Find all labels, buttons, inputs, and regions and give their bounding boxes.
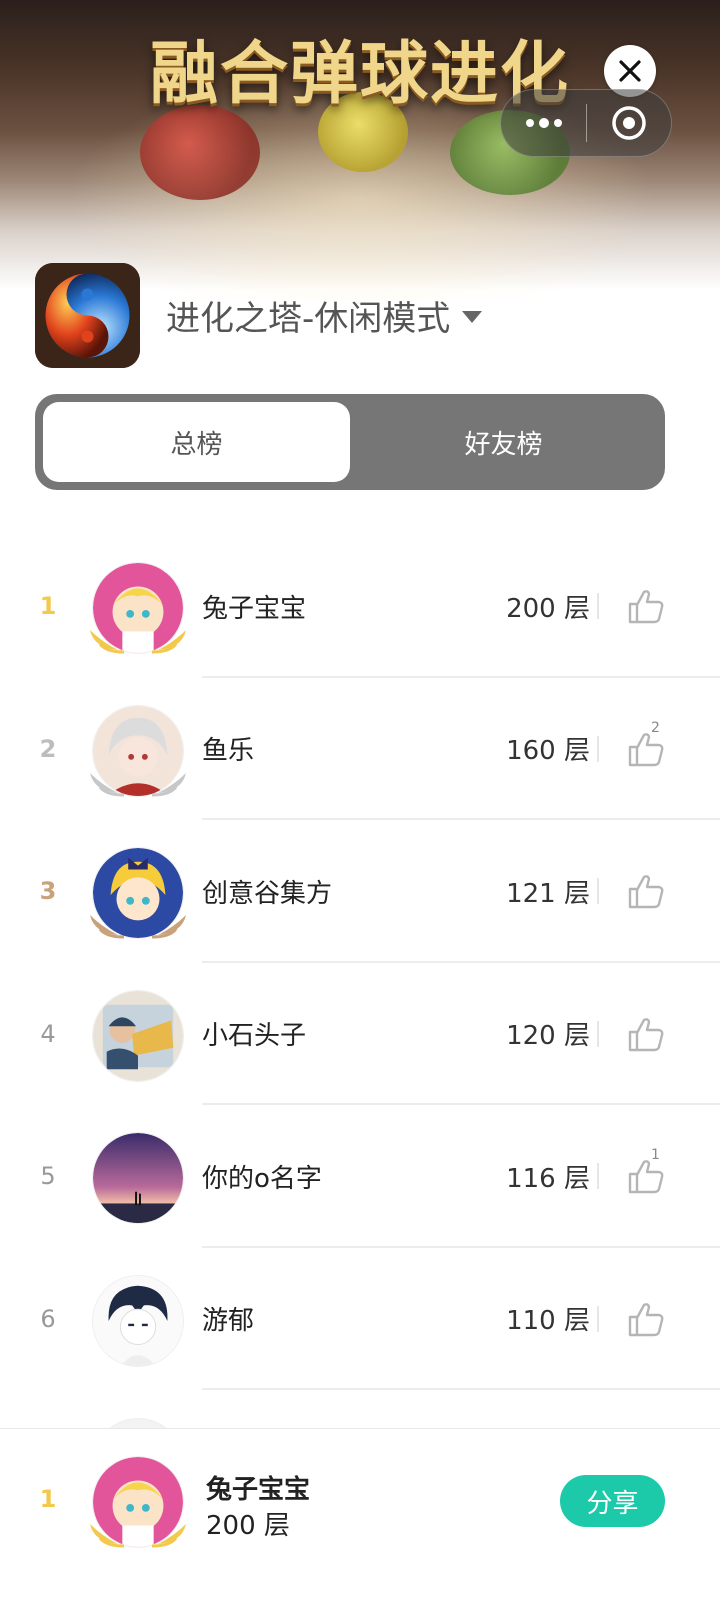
avatar — [92, 1132, 184, 1224]
close-icon — [619, 60, 641, 82]
player-score: 120 层 — [506, 1021, 590, 1051]
thumbs-up-icon[interactable] — [626, 1157, 666, 1197]
divider — [597, 878, 599, 904]
avatar — [90, 847, 186, 939]
player-name: 你的o名字 — [202, 1163, 322, 1194]
yin-yang-fire-ice-icon — [35, 263, 140, 368]
mode-selector[interactable]: 进化之塔-休闲模式 — [166, 290, 483, 340]
mode-label: 进化之塔-休闲模式 — [166, 298, 451, 339]
player-name: 鱼乐 — [202, 736, 255, 766]
divider — [597, 1305, 599, 1332]
list-item: 4 小石头子 120 层 — [0, 963, 720, 1105]
thumbs-up-icon[interactable] — [626, 587, 666, 627]
list-item: 5 你的o名字 116 层 1 — [0, 1105, 720, 1248]
list-item: 1 兔子宝宝 200 层 — [0, 535, 720, 678]
player-name: 小石头子 — [202, 1021, 307, 1051]
game-icon — [35, 263, 140, 368]
avatar — [90, 704, 186, 797]
player-score: 110 层 — [506, 1306, 590, 1336]
player-name: 创意谷集方 — [202, 878, 333, 909]
tab-overall[interactable]: 总榜 — [43, 402, 350, 482]
player-score: 200 层 — [506, 593, 590, 624]
player-score: 116 层 — [506, 1163, 590, 1194]
player-score: 160 层 — [506, 736, 590, 766]
child-photo-avatar-icon — [92, 989, 184, 1082]
avatar — [92, 989, 184, 1082]
bronze-laurel-icon — [90, 915, 186, 939]
thumbs-up-icon[interactable] — [626, 730, 666, 770]
my-avatar — [90, 1456, 186, 1548]
my-name: 兔子宝宝 — [206, 1475, 311, 1505]
divider — [597, 735, 599, 762]
target-icon — [612, 106, 646, 140]
list-item: 6 游郁 110 层 — [0, 1248, 720, 1390]
thumbs-up-icon[interactable] — [626, 1015, 666, 1055]
silver-laurel-icon — [90, 772, 186, 796]
my-score: 200 层 — [206, 1511, 290, 1541]
share-button[interactable]: 分享 — [560, 1475, 665, 1527]
more-button[interactable] — [501, 89, 586, 157]
divider — [597, 593, 599, 619]
player-name: 游郁 — [202, 1306, 255, 1336]
divider — [597, 1163, 599, 1189]
leaderboard-list: 1 兔子宝宝 200 层 2 鱼乐 160 层 2 3 创意谷集方 121 层 … — [0, 535, 720, 1510]
my-rank-number: 1 — [39, 1485, 57, 1513]
sketch-boy-avatar-icon — [92, 1274, 184, 1367]
exit-button[interactable] — [587, 89, 671, 157]
gold-laurel-icon — [90, 630, 186, 654]
avatar — [90, 562, 186, 654]
rank-number: 4 — [40, 1019, 56, 1048]
list-item: 2 鱼乐 160 层 2 — [0, 678, 720, 820]
rank-number: 2 — [39, 734, 57, 763]
list-item: 3 创意谷集方 121 层 — [0, 820, 720, 963]
thumbs-up-icon[interactable] — [626, 872, 666, 912]
caret-down-icon — [462, 311, 483, 323]
my-rank-bar: 1 兔子宝宝 200 层 分享 — [0, 1428, 720, 1612]
leaderboard-tabs: 总榜 好友榜 — [35, 394, 665, 490]
gold-laurel-icon — [90, 1524, 186, 1548]
player-name: 兔子宝宝 — [202, 593, 307, 624]
thumbs-up-icon[interactable] — [626, 1300, 666, 1340]
rank-number: 3 — [39, 877, 57, 905]
rank-number: 1 — [39, 592, 57, 620]
divider — [597, 1020, 599, 1047]
like-count: 1 — [651, 1147, 660, 1163]
like-count: 2 — [651, 719, 660, 736]
player-score: 121 层 — [506, 878, 590, 909]
sunset-sky-avatar-icon — [92, 1132, 184, 1224]
strawberry-monster-image — [140, 105, 260, 200]
avatar — [92, 1274, 184, 1367]
more-dots-icon — [525, 118, 562, 128]
mini-program-capsule — [500, 89, 672, 157]
rank-number: 5 — [40, 1162, 56, 1190]
rank-number: 6 — [40, 1304, 56, 1333]
tab-friends[interactable]: 好友榜 — [350, 402, 657, 482]
